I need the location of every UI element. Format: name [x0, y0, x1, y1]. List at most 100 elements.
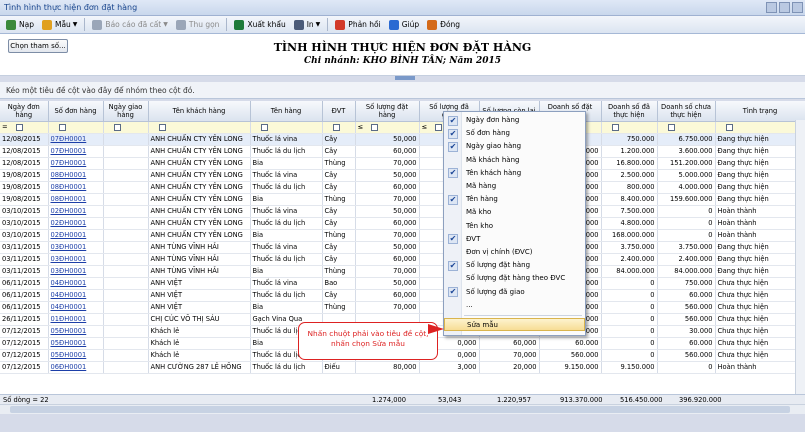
filter-icon[interactable] [435, 123, 443, 131]
toolbar-button-8[interactable]: Đóng [424, 17, 463, 32]
filter-icon[interactable] [371, 123, 379, 131]
table-cell[interactable]: 06ĐH0001 [48, 361, 104, 374]
table-row[interactable]: 19/08/2015 08ĐH0001 ANH CHUẨN CTY YÊN LONG… [0, 181, 805, 194]
column-header[interactable]: Ngày giao hàng [103, 101, 149, 122]
menu-item-column[interactable]: ... [444, 299, 585, 312]
filter-cell[interactable] [601, 121, 658, 134]
table-row[interactable]: 19/08/2015 08ĐH0001 ANH CHUẨN CTY YÊN LONG… [0, 169, 805, 182]
table-cell[interactable]: 01ĐH0001 [48, 313, 104, 326]
filter-icon[interactable] [611, 123, 619, 131]
table-cell[interactable]: 04ĐH0001 [48, 277, 104, 290]
toolbar-button-1[interactable]: Mẫu ▼ [39, 17, 80, 32]
table-cell[interactable]: 08ĐH0001 [48, 181, 104, 194]
menu-item-column[interactable]: ✔ ĐVT [444, 233, 585, 246]
filter-cell[interactable] [48, 121, 104, 134]
column-header[interactable]: Tên khách hàng [148, 101, 251, 122]
table-row[interactable]: 19/08/2015 08ĐH0001 ANH CHUẨN CTY YÊN LONG… [0, 193, 805, 206]
table-row[interactable]: 12/08/2015 07ĐH0001 ANH CHUẨN CTY YÊN LONG… [0, 133, 805, 146]
filter-icon[interactable] [58, 123, 66, 131]
menu-item-column[interactable]: Tên kho [444, 220, 585, 233]
table-cell[interactable]: 08ĐH0001 [48, 169, 104, 182]
menu-item-column[interactable]: Mã khách hàng [444, 154, 585, 167]
table-row[interactable]: 03/10/2015 02ĐH0001 ANH CHUẨN CTY YÊN LONG… [0, 205, 805, 218]
column-header[interactable]: Tên hàng [250, 101, 323, 122]
minimize-icon[interactable] [766, 2, 777, 13]
toolbar-button-7[interactable]: Giúp [386, 17, 422, 32]
table-row[interactable]: 06/11/2015 04ĐH0001 ANH VIỆT Thuốc lá du lị… [0, 289, 805, 302]
filter-icon[interactable] [15, 123, 23, 131]
filter-icon[interactable] [332, 123, 340, 131]
table-cell[interactable]: 04ĐH0001 [48, 301, 104, 314]
table-cell[interactable]: 03ĐH0001 [48, 265, 104, 278]
menu-item-column[interactable]: Mã kho [444, 206, 585, 219]
table-cell[interactable]: 03ĐH0001 [48, 253, 104, 266]
column-header[interactable]: Doanh số đã thực hiện [601, 101, 658, 122]
table-row[interactable]: 06/11/2015 04ĐH0001 ANH VIỆT Bia Thùng 70,000… [0, 301, 805, 314]
horizontal-scrollbar[interactable] [0, 404, 805, 414]
table-cell[interactable]: 05ĐH0001 [48, 325, 104, 338]
table-row[interactable]: 07/12/2015 06ĐH0001 ANH CƯỜNG 287 LÊ HỒNG T… [0, 361, 805, 374]
toolbar-button-0[interactable]: Nạp [3, 17, 37, 32]
menu-item-column[interactable]: Đơn vị chính (ĐVC) [444, 246, 585, 259]
filter-icon[interactable] [260, 123, 268, 131]
menu-item-column[interactable]: Số lượng đặt hàng theo ĐVC [444, 272, 585, 285]
menu-item-column[interactable]: ✔ Ngày giao hàng [444, 140, 585, 153]
scroll-thumb[interactable] [10, 406, 790, 413]
menu-item-column[interactable]: Mã hàng [444, 180, 585, 193]
filter-cell[interactable] [148, 121, 251, 134]
toolbar-button-3[interactable]: Thu gọn [173, 17, 223, 32]
table-cell[interactable]: 05ĐH0001 [48, 349, 104, 362]
table-cell[interactable]: 07ĐH0001 [48, 157, 104, 170]
table-cell[interactable]: 04ĐH0001 [48, 289, 104, 302]
table-row[interactable]: 03/10/2015 02ĐH0001 ANH CHUẨN CTY YÊN LONG… [0, 229, 805, 242]
table-row[interactable]: 03/11/2015 03ĐH0001 ANH TÙNG VĨNH HẢI Thuốc… [0, 241, 805, 254]
filter-icon[interactable] [667, 123, 675, 131]
table-row[interactable]: 12/08/2015 07ĐH0001 ANH CHUẨN CTY YÊN LONG… [0, 157, 805, 170]
filter-icon[interactable] [158, 123, 166, 131]
filter-cell[interactable] [250, 121, 323, 134]
table-cell[interactable]: 05ĐH0001 [48, 337, 104, 350]
maximize-icon[interactable] [779, 2, 790, 13]
chevron-down-icon[interactable]: ▼ [73, 21, 78, 28]
filter-cell[interactable] [322, 121, 356, 134]
close-window-icon[interactable] [792, 2, 803, 13]
menu-item-column[interactable]: ✔ Số lượng đặt hàng [444, 259, 585, 272]
chevron-down-icon[interactable]: ▼ [316, 21, 321, 28]
table-cell[interactable]: 02ĐH0001 [48, 217, 104, 230]
toolbar-button-4[interactable]: Xuất khẩu [231, 17, 288, 32]
menu-item-column[interactable]: ✔ Số đơn hàng [444, 127, 585, 140]
filter-cell[interactable] [657, 121, 716, 134]
column-header[interactable]: Ngày đơn hàng [0, 101, 49, 122]
table-cell[interactable]: 03ĐH0001 [48, 241, 104, 254]
table-cell[interactable]: 07ĐH0001 [48, 145, 104, 158]
menu-item-column[interactable]: ✔ Số lượng đã giao [444, 286, 585, 299]
toolbar-button-5[interactable]: In ▼ [291, 17, 324, 32]
filter-cell[interactable]: ≤ [355, 121, 420, 134]
table-cell[interactable]: 02ĐH0001 [48, 229, 104, 242]
table-row[interactable]: 03/10/2015 02ĐH0001 ANH CHUẨN CTY YÊN LONG… [0, 217, 805, 230]
menu-item-column[interactable]: ✔ Ngày đơn hàng [444, 114, 585, 127]
filter-icon[interactable] [113, 123, 121, 131]
filter-cell[interactable] [715, 121, 805, 134]
chevron-down-icon[interactable]: ▼ [163, 21, 168, 28]
table-row[interactable]: 03/11/2015 03ĐH0001 ANH TÙNG VĨNH HẢI Bia Th… [0, 265, 805, 278]
filter-icon[interactable] [725, 123, 733, 131]
table-row[interactable]: 03/11/2015 03ĐH0001 ANH TÙNG VĨNH HẢI Thuốc… [0, 253, 805, 266]
table-cell[interactable]: 02ĐH0001 [48, 205, 104, 218]
table-row[interactable]: 12/08/2015 07ĐH0001 ANH CHUẨN CTY YÊN LONG… [0, 145, 805, 158]
table-cell[interactable]: 08ĐH0001 [48, 193, 104, 206]
vertical-scrollbar[interactable] [795, 120, 805, 394]
menu-item-column[interactable]: ✔ Tên khách hàng [444, 167, 585, 180]
edit-template-menu-item[interactable]: Sửa mẫu [444, 318, 585, 332]
splitter-handle[interactable] [395, 76, 415, 80]
toolbar-button-2[interactable]: Báo cáo đã cất ▼ [89, 17, 170, 32]
toolbar-button-6[interactable]: Phản hồi [332, 17, 383, 32]
menu-item-column[interactable]: ✔ Tên hàng [444, 193, 585, 206]
column-header[interactable]: Doanh số chưa thực hiện [657, 101, 716, 122]
filter-cell[interactable]: = [0, 121, 49, 134]
table-row[interactable]: 06/11/2015 04ĐH0001 ANH VIỆT Thuốc lá vina B… [0, 277, 805, 290]
column-header[interactable]: Tình trạng [715, 101, 805, 122]
column-header[interactable]: Số lượng đặt hàng [355, 101, 420, 122]
filter-cell[interactable] [103, 121, 149, 134]
table-cell[interactable]: 07ĐH0001 [48, 133, 104, 146]
